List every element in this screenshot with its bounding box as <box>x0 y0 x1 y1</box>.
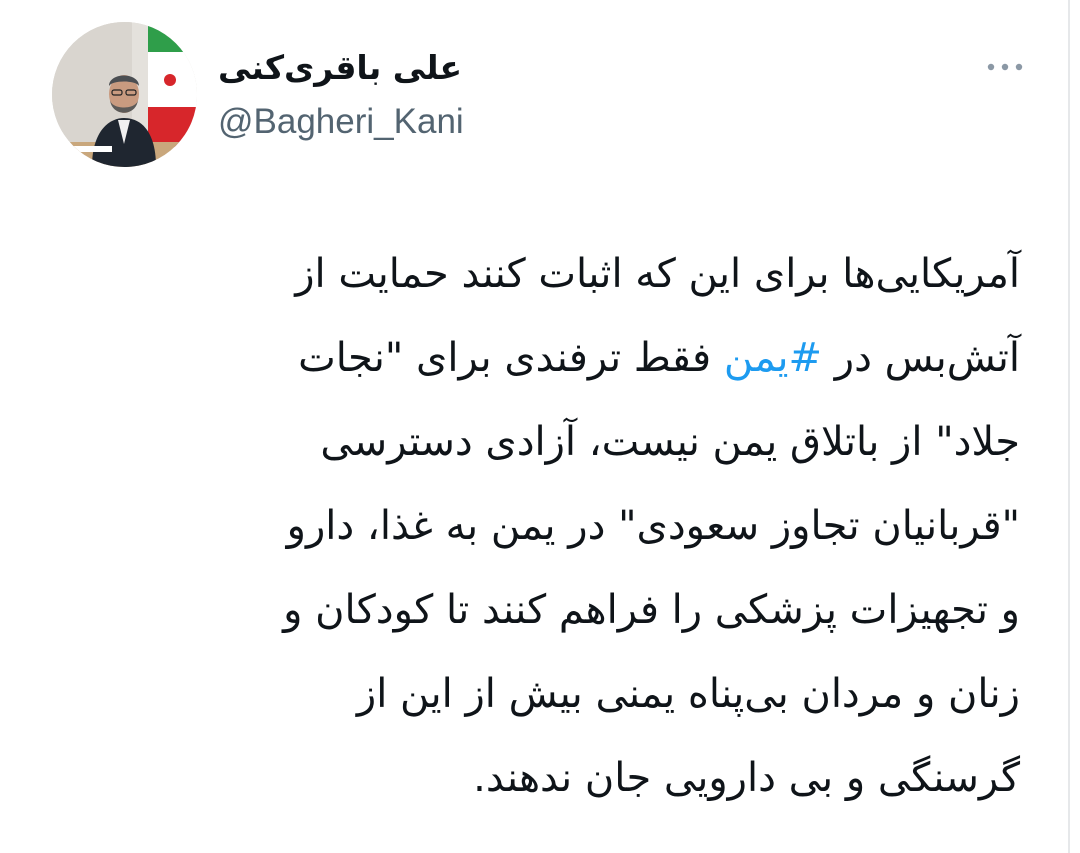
author-display-name[interactable]: علی باقری‌کنی <box>218 44 462 92</box>
tweet-line-2-start: آتش‌بس در <box>822 335 1020 381</box>
tweet-line-7: گرسنگی و بی دارویی جان ندهند. <box>473 755 1020 801</box>
profile-photo-icon <box>52 22 197 167</box>
scroll-edge <box>1068 0 1070 853</box>
tweet-card: علی باقری‌کنی @Bagheri_Kani آمریکایی‌ها … <box>0 0 1080 853</box>
tweet-text: آمریکایی‌ها برای این که اثبات کنند حمایت… <box>60 232 1020 820</box>
tweet-line-1: آمریکایی‌ها برای این که اثبات کنند حمایت… <box>295 251 1020 297</box>
hashtag-link-yemen[interactable]: #یمن <box>724 335 822 381</box>
tweet-line-3: جلاد" از باتلاق یمن نیست، آزادی دسترسی <box>320 419 1020 465</box>
more-options-button[interactable] <box>980 52 1030 82</box>
tweet-line-2-end: فقط ترفندی برای "نجات <box>298 335 724 381</box>
tweet-line-2: آتش‌بس در #یمن فقط ترفندی برای "نجات <box>60 316 1020 400</box>
tweet-line-6: زنان و مردان بی‌پناه یمنی بیش از این از <box>356 671 1020 717</box>
more-options-icon <box>987 63 1023 71</box>
tweet-line-4: "قربانیان تجاوز سعودی" در یمن به غذا، دا… <box>286 503 1020 549</box>
avatar[interactable] <box>52 22 197 167</box>
tweet-line-5: و تجهیزات پزشکی را فراهم کنند تا کودکان … <box>283 587 1020 633</box>
author-handle[interactable]: @Bagheri_Kani <box>218 98 464 146</box>
